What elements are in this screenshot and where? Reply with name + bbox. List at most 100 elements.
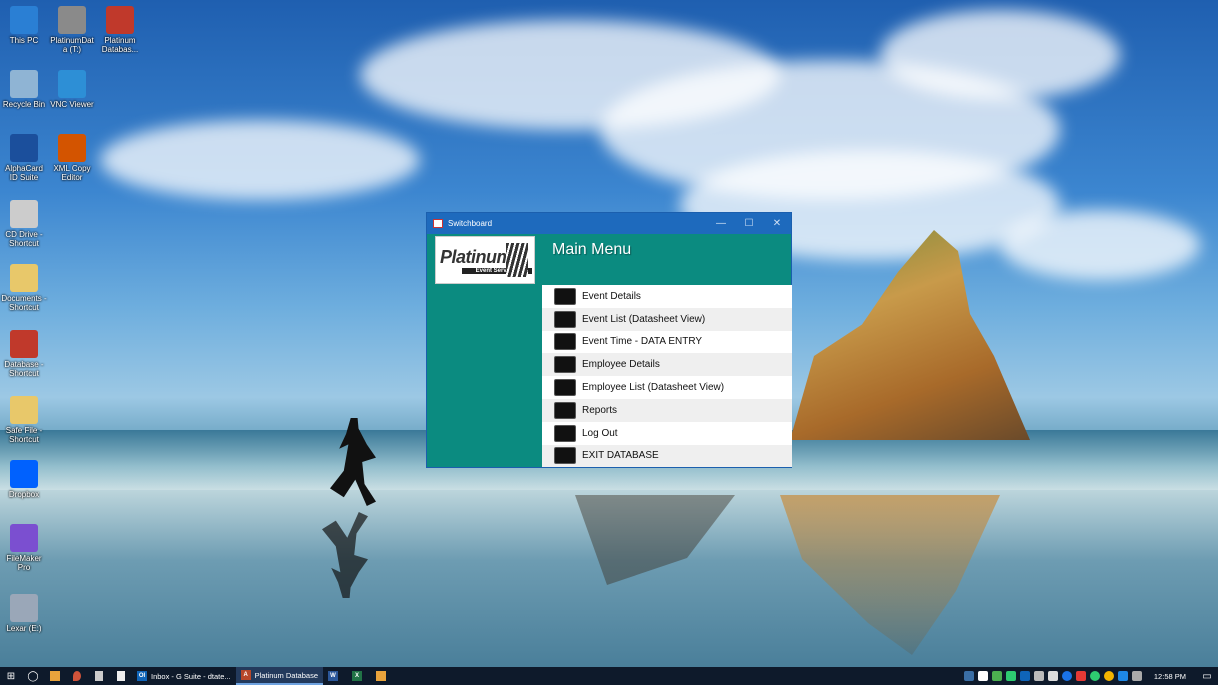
desktop-icon[interactable]: Safe File - Shortcut: [0, 396, 48, 444]
desktop-icon-label: Recycle Bin: [2, 100, 46, 109]
main-menu-heading: Main Menu: [552, 241, 632, 258]
desktop-icon[interactable]: PlatinumData (T:): [48, 6, 96, 54]
app-icon: A: [240, 670, 251, 680]
id-card-icon: [10, 134, 38, 162]
desktop-icon[interactable]: VNC Viewer: [48, 70, 96, 109]
desktop-icon[interactable]: Database - Shortcut: [0, 330, 48, 378]
menu-item-label: EXIT DATABASE: [582, 450, 659, 462]
menu-item-button[interactable]: [554, 379, 576, 397]
desktop-icon-label: FileMaker Pro: [6, 554, 42, 572]
desktop-icon-label: PlatinumData (T:): [50, 36, 94, 54]
platinum-logo: Platinum Event Services: [435, 236, 535, 284]
desktop-icon[interactable]: CD Drive - Shortcut: [0, 200, 48, 248]
taskbar-app[interactable]: A Platinum Database: [235, 667, 323, 685]
desktop-icon-label: Documents - Shortcut: [1, 294, 47, 312]
network-icon[interactable]: [1033, 671, 1044, 681]
switchboard-window[interactable]: Switchboard — ☐ ✕ Platinum Event Service…: [426, 212, 792, 468]
network-drive-icon: [58, 6, 86, 34]
xml-editor-icon: [58, 134, 86, 162]
access-form-icon: [433, 219, 443, 228]
desktop-icon-label: Platinum Databas...: [101, 36, 139, 54]
taskbar: ⊞ ◯ Ol Inbox - G Suite - dtate... A Platinu…: [0, 667, 1218, 685]
filemaker-icon: [10, 524, 38, 552]
desktop-icon-label: This PC: [9, 36, 39, 45]
switchboard-menu: Event Details Event List (Datasheet View)…: [542, 285, 792, 468]
tray-icon[interactable]: [963, 671, 974, 681]
window-title: Switchboard: [448, 219, 493, 228]
desktop-icon[interactable]: XML Copy Editor: [48, 134, 96, 182]
menu-item[interactable]: Employee Details: [542, 353, 792, 377]
maps-icon[interactable]: [66, 667, 88, 685]
outlook-tray-icon[interactable]: [1019, 671, 1030, 681]
menu-item-button[interactable]: [554, 310, 576, 328]
desktop-icon-label: AlphaCard ID Suite: [5, 164, 43, 182]
media-player-icon[interactable]: [44, 667, 66, 685]
documents-icon: [10, 264, 38, 292]
menu-item[interactable]: Reports: [542, 398, 792, 422]
desktop-icon[interactable]: Documents - Shortcut: [0, 264, 48, 312]
tray-icon[interactable]: [1061, 671, 1072, 681]
app-icon: X: [352, 671, 362, 681]
app-icon: W: [328, 671, 338, 681]
window-titlebar[interactable]: Switchboard — ☐ ✕: [427, 213, 791, 234]
menu-item-button[interactable]: [554, 401, 576, 419]
menu-item-label: Event Details: [582, 290, 641, 302]
menu-item[interactable]: Log Out: [542, 421, 792, 445]
desktop-icon-label: Safe File - Shortcut: [5, 426, 43, 444]
tray-icon[interactable]: [1075, 671, 1086, 681]
menu-item-button[interactable]: [554, 424, 576, 442]
volume-icon[interactable]: [1047, 671, 1058, 681]
desktop-icon-label: Dropbox: [8, 490, 40, 499]
calculator-icon[interactable]: [88, 667, 110, 685]
menu-item-button[interactable]: [554, 333, 576, 351]
tray-icon[interactable]: [991, 671, 1002, 681]
dropbox-tray-icon[interactable]: [977, 671, 988, 681]
desktop-icon[interactable]: Lexar (E:): [0, 594, 48, 633]
menu-item-label: Event Time - DATA ENTRY: [582, 336, 703, 348]
minimize-button[interactable]: —: [707, 218, 735, 229]
tray-icon[interactable]: [1117, 671, 1128, 681]
pinned-app-icon[interactable]: W: [323, 667, 347, 685]
dropbox-icon: [10, 460, 38, 488]
pinned-app-icon[interactable]: [371, 667, 395, 685]
sea-arch-rock: [790, 230, 1030, 440]
taskbar-clock[interactable]: 12:58 PM: [1144, 672, 1196, 681]
close-button[interactable]: ✕: [763, 218, 791, 229]
system-tray: 12:58 PM ▭: [962, 667, 1218, 685]
notepad-icon[interactable]: [110, 667, 132, 685]
menu-item[interactable]: EXIT DATABASE: [542, 444, 792, 468]
desktop-icon-label: XML Copy Editor: [53, 164, 91, 182]
menu-item[interactable]: Event List (Datasheet View): [542, 307, 792, 331]
desktop-icon-label: Lexar (E:): [6, 624, 42, 633]
maximize-button[interactable]: ☐: [735, 218, 763, 229]
desktop-icon[interactable]: This PC: [0, 6, 48, 45]
desktop-icon[interactable]: Platinum Databas...: [96, 6, 144, 54]
taskbar-app[interactable]: Ol Inbox - G Suite - dtate...: [132, 667, 236, 685]
tray-icon[interactable]: [1089, 671, 1100, 681]
menu-item[interactable]: Event Details: [542, 285, 792, 308]
usb-drive-icon: [10, 594, 38, 622]
tray-icon[interactable]: [1005, 671, 1016, 681]
app-icon: Ol: [137, 671, 147, 681]
desktop-icon[interactable]: AlphaCard ID Suite: [0, 134, 48, 182]
action-center-icon[interactable]: ▭: [1196, 671, 1218, 682]
access-file-icon: [106, 6, 134, 34]
menu-item[interactable]: Employee List (Datasheet View): [542, 376, 792, 399]
cortana-icon[interactable]: ◯: [22, 667, 44, 685]
menu-item-button[interactable]: [554, 447, 576, 465]
desktop-icon[interactable]: FileMaker Pro: [0, 524, 48, 572]
recycle-bin-icon: [10, 70, 38, 98]
desktop-icon[interactable]: Dropbox: [0, 460, 48, 499]
desktop-icon-label: VNC Viewer: [50, 100, 94, 109]
menu-item-button[interactable]: [554, 356, 576, 374]
pinned-app-icon[interactable]: X: [347, 667, 371, 685]
tray-icon[interactable]: [1131, 671, 1142, 681]
menu-item-label: Event List (Datasheet View): [582, 313, 706, 325]
dvd-icon: [10, 200, 38, 228]
chrome-tray-icon[interactable]: [1103, 671, 1114, 681]
desktop-icon[interactable]: Recycle Bin: [0, 70, 48, 109]
menu-item-label: Employee Details: [582, 359, 660, 371]
start-button[interactable]: ⊞: [0, 667, 22, 685]
menu-item-button[interactable]: [554, 287, 576, 305]
menu-item[interactable]: Event Time - DATA ENTRY: [542, 330, 792, 354]
